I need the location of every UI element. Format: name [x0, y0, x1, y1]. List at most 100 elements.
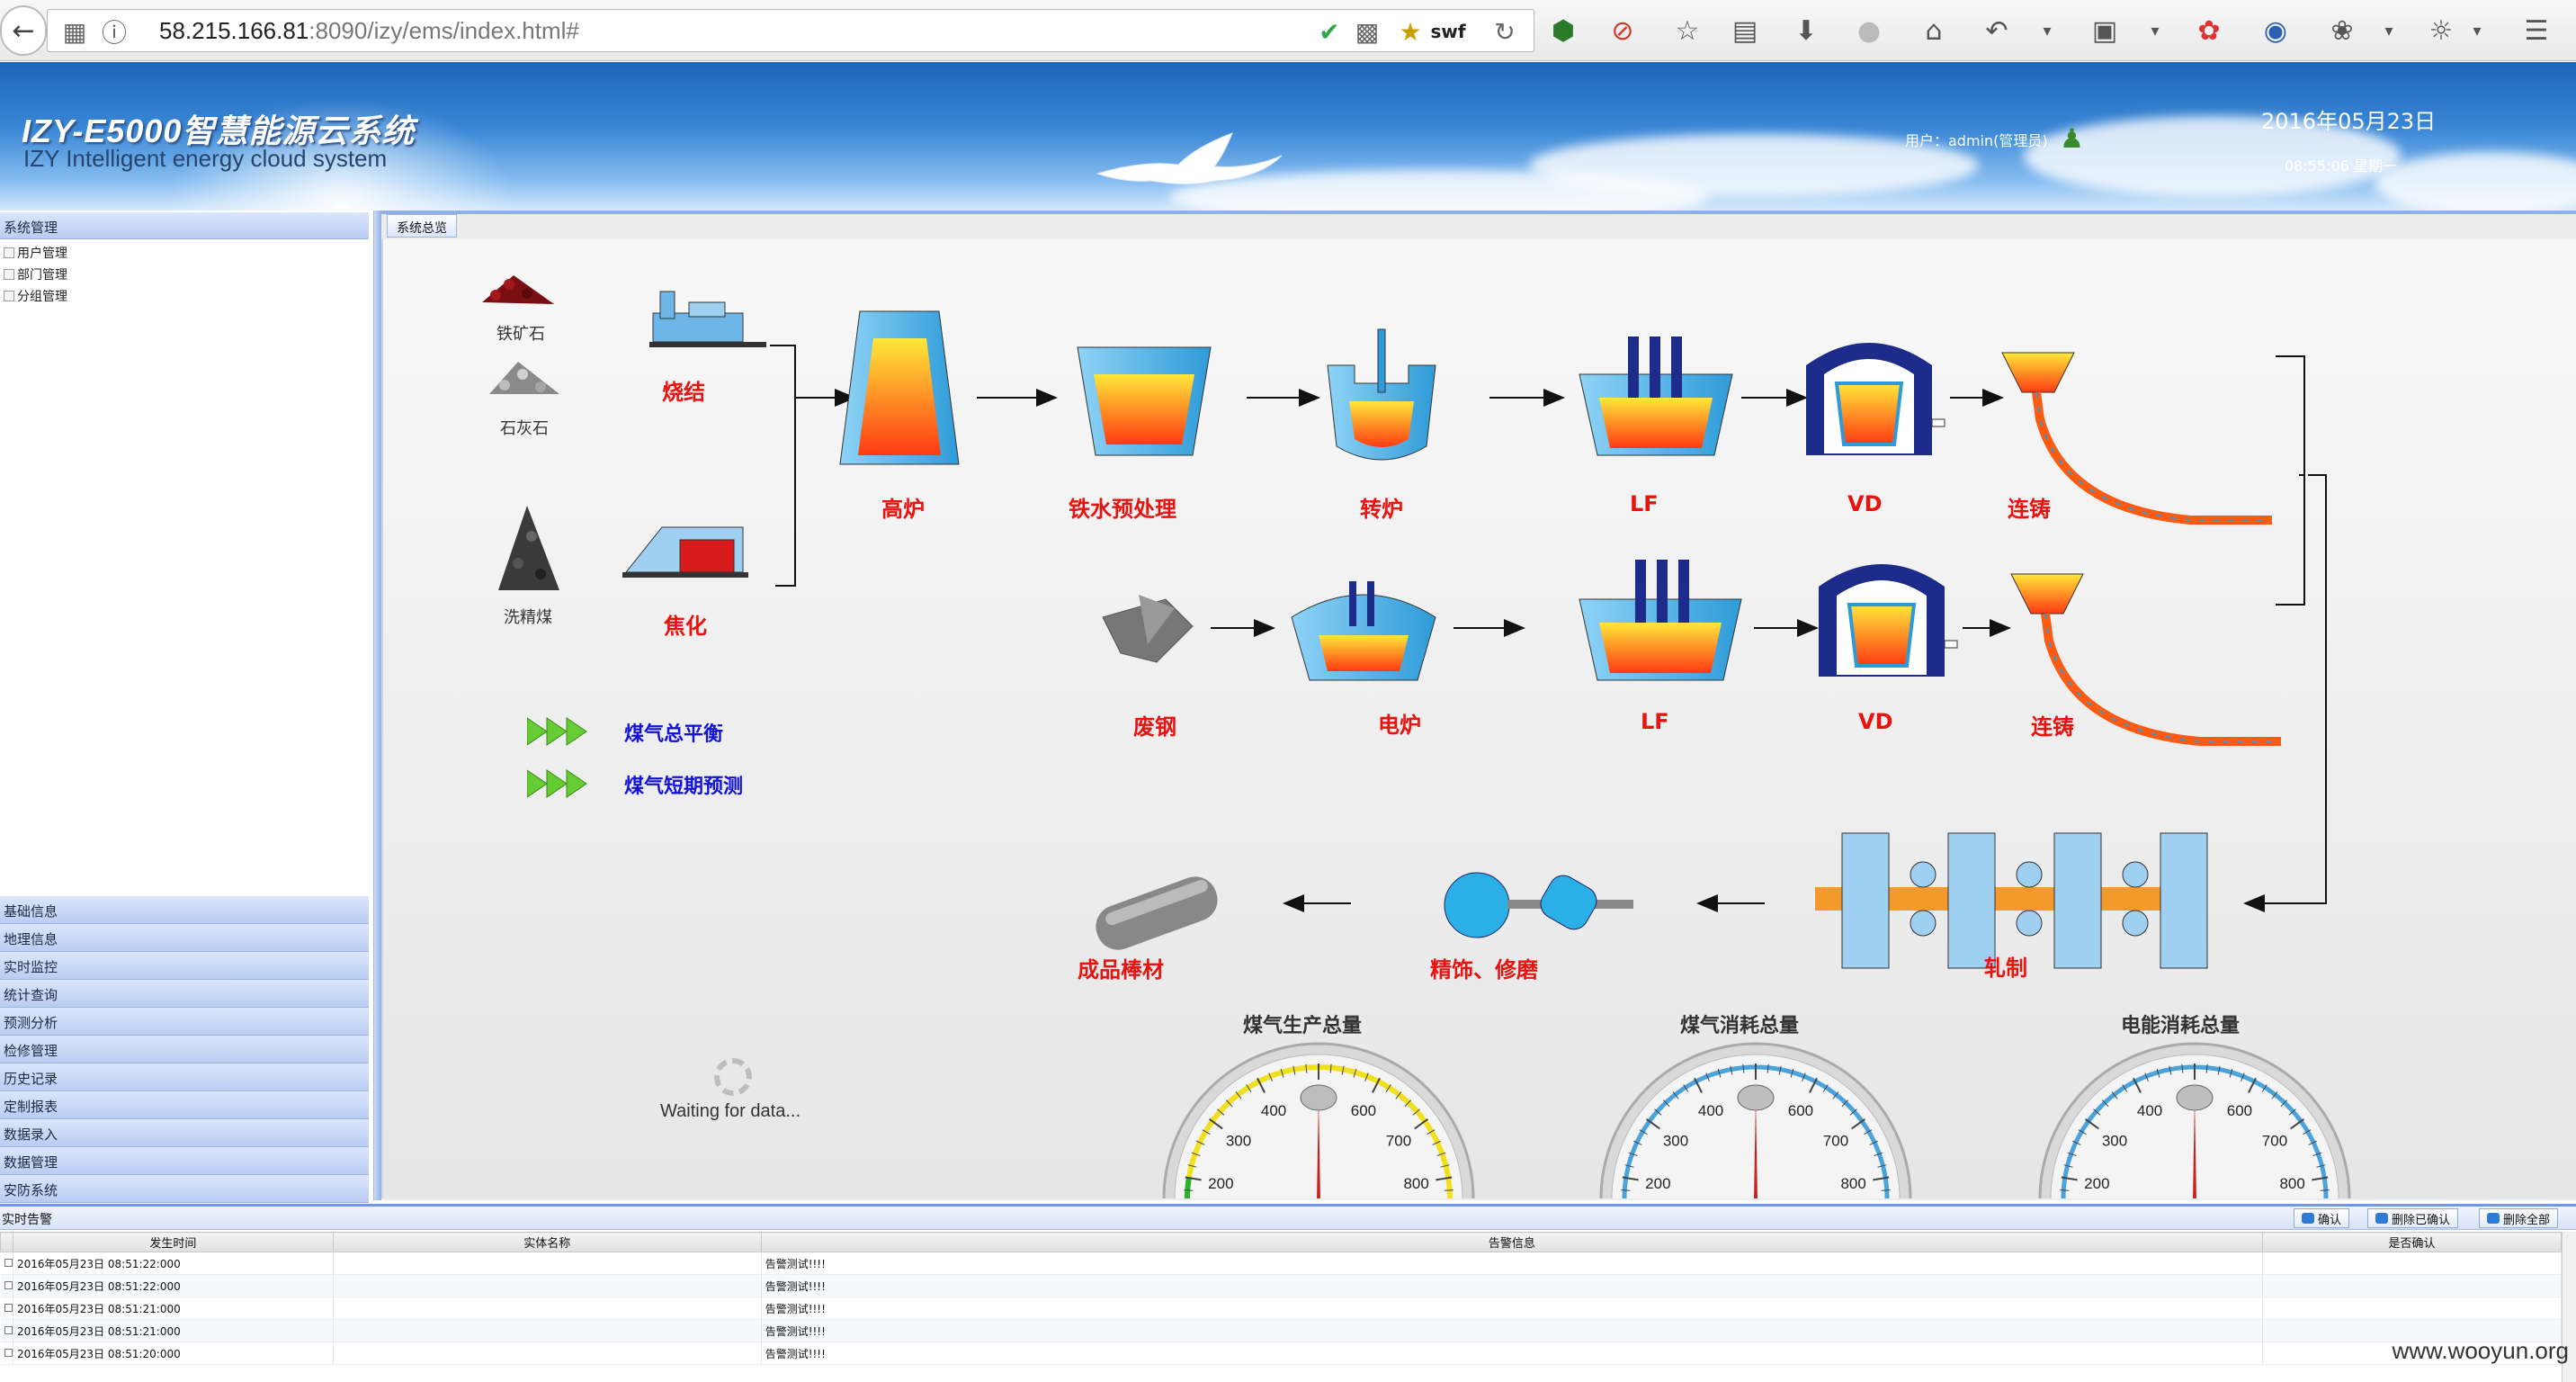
shield-check-icon[interactable]: ✔ [1316, 15, 1343, 48]
product-bars [1096, 876, 1218, 950]
play-arrows-icon[interactable] [527, 768, 590, 799]
column-header-confirmed[interactable]: 是否确认 [2262, 1232, 2562, 1252]
tree-item-groups[interactable]: 分组管理 [0, 285, 373, 307]
user-icon[interactable]: ♟ [2060, 123, 2084, 155]
sidebar-section-basic[interactable]: 基础信息 [0, 896, 369, 924]
gauge-tick-label: 200 [1208, 1175, 1233, 1192]
sidebar-section-realtime[interactable]: 实时监控 [0, 952, 369, 980]
flash-icon[interactable]: ★ [1397, 15, 1424, 48]
address-bar[interactable]: ▦ ⓘ 58.215.166.81:8090/izy/ems/index.htm… [47, 9, 1534, 52]
label-blast-furnace: 高炉 [881, 497, 925, 522]
profile-icon[interactable]: ☼ [2423, 13, 2459, 49]
cell-confirmed [2262, 1274, 2562, 1297]
undo-icon[interactable]: ↶ [1979, 13, 2015, 49]
table-row[interactable]: 2016年05月23日 08:51:20:000 告警测试!!!! [0, 1342, 2562, 1365]
row-checkbox[interactable] [0, 1274, 13, 1297]
alarm-title: 实时告警 [2, 1213, 52, 1227]
label-lf-2: LF [1641, 709, 1669, 734]
sidebar-section-security[interactable]: 安防系统 [0, 1175, 369, 1203]
table-row[interactable]: 2016年05月23日 08:51:21:000 告警测试!!!! [0, 1297, 2562, 1320]
gauge-title-power-consumption: 电能消耗总量 [2121, 1015, 2241, 1037]
sidebar-section-maintenance[interactable]: 检修管理 [0, 1036, 369, 1063]
bookmark-star-icon[interactable]: ☆ [1669, 13, 1705, 49]
globe-icon[interactable]: ◉ [2258, 13, 2294, 49]
delete-icon [2375, 1213, 2388, 1224]
library-icon[interactable]: ▦ [57, 15, 93, 48]
reload-icon[interactable]: ↻ [1487, 15, 1523, 48]
table-row[interactable]: 2016年05月23日 08:51:21:000 告警测试!!!! [0, 1319, 2562, 1342]
cell-confirmed [2262, 1252, 2562, 1275]
select-all-checkbox[interactable] [0, 1232, 13, 1252]
cell-entity [333, 1274, 762, 1297]
swf-label[interactable]: swf [1426, 15, 1471, 48]
play-arrows-icon[interactable] [527, 716, 590, 747]
current-date: 2016年05月23日 [2261, 109, 2437, 134]
label-scrap: 废钢 [1133, 714, 1176, 740]
iron-ore-pile [482, 275, 554, 304]
column-header-time[interactable]: 发生时间 [12, 1232, 334, 1252]
column-header-message[interactable]: 告警信息 [760, 1232, 2264, 1252]
label-product: 成品棒材 [1078, 957, 1164, 983]
sidebar-section-system[interactable]: 系统管理 [0, 212, 369, 239]
bug-icon[interactable]: ❀ [2324, 13, 2360, 49]
sidebar-section-forecast[interactable]: 预测分析 [0, 1008, 369, 1036]
sidebar-section-reports[interactable]: 定制报表 [0, 1091, 369, 1119]
home-icon[interactable]: ⌂ [1916, 13, 1952, 49]
link-gas-forecast[interactable]: 煤气短期预测 [624, 770, 743, 799]
row-checkbox[interactable] [0, 1297, 13, 1320]
table-row[interactable]: 2016年05月23日 08:51:22:000 告警测试!!!! [0, 1274, 2562, 1297]
link-gas-balance[interactable]: 煤气总平衡 [624, 718, 723, 747]
profile-dropdown-icon[interactable]: ▾ [2459, 13, 2495, 49]
sync-icon[interactable]: ● [1851, 13, 1887, 49]
row-checkbox[interactable] [0, 1319, 13, 1342]
qr-code-icon[interactable]: ▩ [1352, 15, 1382, 48]
column-header-entity[interactable]: 实体名称 [332, 1232, 762, 1252]
delete-confirmed-button[interactable]: 删除已确认 [2367, 1208, 2459, 1228]
gauge-title-gas-consumption: 煤气消耗总量 [1680, 1015, 1800, 1037]
confirm-button[interactable]: 确认 [2294, 1208, 2350, 1228]
row-checkbox[interactable] [0, 1252, 13, 1275]
gauge-tick [1881, 1189, 1891, 1191]
cell-entity [333, 1319, 762, 1342]
block-icon[interactable]: ⊘ [1605, 13, 1641, 49]
lf-furnace-1 [1579, 337, 1733, 456]
addon-icon[interactable]: ✿ [2191, 13, 2227, 49]
label-cc-2: 连铸 [2031, 714, 2074, 740]
delete-all-button[interactable]: 删除全部 [2479, 1208, 2559, 1228]
confirm-label: 确认 [2318, 1213, 2342, 1227]
gauge-tick [2320, 1189, 2330, 1191]
delete-all-icon [2487, 1213, 2500, 1224]
panel-splitter[interactable] [374, 211, 381, 1200]
tree-item-users[interactable]: 用户管理 [0, 242, 373, 264]
crop-icon[interactable]: ▣ [2087, 13, 2123, 49]
crop-dropdown-icon[interactable]: ▾ [2137, 13, 2173, 49]
extension-shield-icon[interactable]: ⬢ [1545, 13, 1581, 49]
info-icon[interactable]: ⓘ [98, 15, 130, 48]
sidebar-section-history[interactable]: 历史记录 [0, 1063, 369, 1091]
alarm-table: 发生时间 实体名称 告警信息 是否确认 2016年05月23日 08:51:22… [0, 1232, 2562, 1365]
sidebar-section-data-mgmt[interactable]: 数据管理 [0, 1147, 369, 1175]
coking-plant [622, 526, 748, 578]
gauge-gas-production: 1002003004005006007008009001,000 [1162, 1042, 1475, 1198]
bug-dropdown-icon[interactable]: ▾ [2371, 13, 2407, 49]
back-button[interactable]: ← [0, 5, 47, 56]
app-subtitle: IZY Intelligent energy cloud system [23, 145, 388, 172]
reading-list-icon[interactable]: ▤ [1727, 13, 1763, 49]
row-checkbox[interactable] [0, 1342, 13, 1365]
vd-vessel-1 [1806, 343, 1945, 455]
tab-overview[interactable]: 系统总览 [387, 214, 457, 238]
cell-time: 2016年05月23日 08:51:22:000 [13, 1252, 334, 1275]
download-icon[interactable]: ⬇ [1788, 13, 1824, 49]
sidebar-section-stats[interactable]: 统计查询 [0, 980, 369, 1008]
undo-dropdown-icon[interactable]: ▾ [2029, 13, 2065, 49]
sidebar-section-data-entry[interactable]: 数据录入 [0, 1119, 369, 1147]
cell-message: 告警测试!!!! [761, 1274, 2264, 1297]
url-text[interactable]: 58.215.166.81:8090/izy/ems/index.html# [159, 17, 579, 45]
table-row[interactable]: 2016年05月23日 08:51:22:000 告警测试!!!! [0, 1252, 2562, 1275]
cell-entity [333, 1297, 762, 1320]
menu-icon[interactable]: ☰ [2518, 13, 2554, 49]
label-limestone: 石灰石 [500, 419, 549, 438]
tree-item-departments[interactable]: 部门管理 [0, 264, 373, 285]
sidebar-section-geo[interactable]: 地理信息 [0, 924, 369, 952]
tree-item-label: 部门管理 [17, 268, 67, 283]
